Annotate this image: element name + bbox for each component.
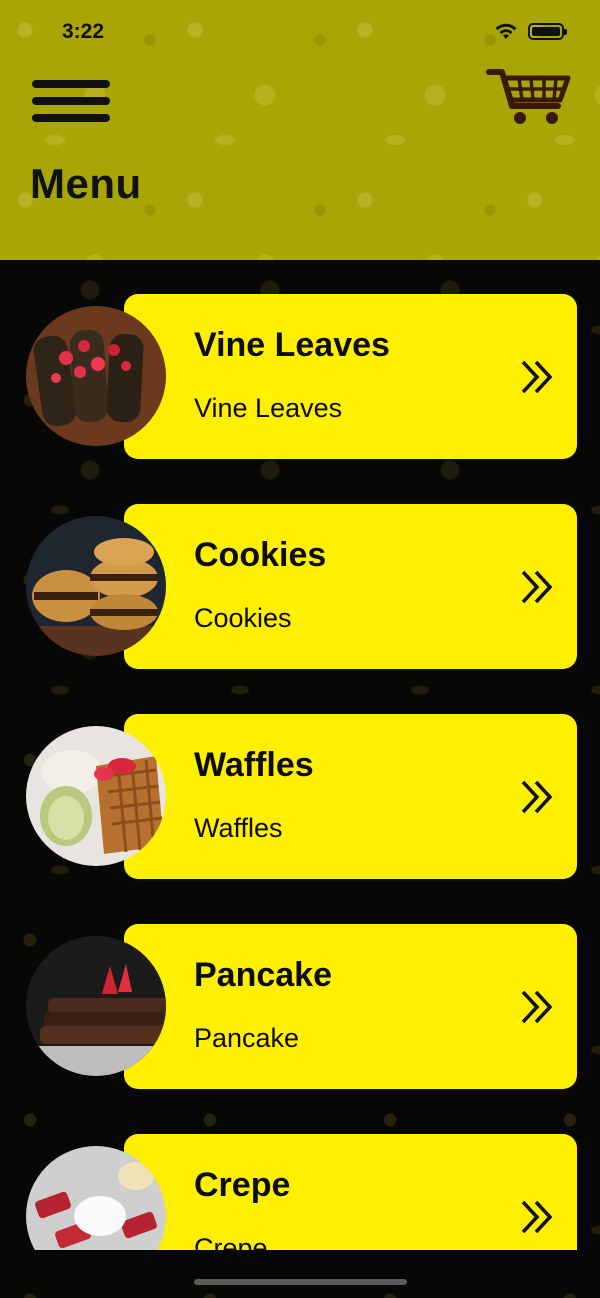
item-subtitle: Cookies <box>194 603 292 633</box>
pancake-photo <box>26 936 166 1076</box>
double-chevron-right-icon[interactable] <box>519 778 555 816</box>
vine-leaves-photo <box>26 306 166 446</box>
menu-card[interactable]: Waffles Waffles <box>124 714 577 879</box>
item-subtitle: Crepe <box>194 1233 268 1250</box>
double-chevron-right-icon[interactable] <box>519 1198 555 1236</box>
menu-card[interactable]: Vine Leaves Vine Leaves <box>124 294 577 459</box>
double-chevron-right-icon[interactable] <box>519 988 555 1026</box>
item-subtitle: Waffles <box>194 813 283 843</box>
cookies-photo <box>26 516 166 656</box>
item-title: Vine Leaves <box>194 326 390 364</box>
menu-card[interactable]: Pancake Pancake <box>124 924 577 1089</box>
item-title: Crepe <box>194 1166 291 1204</box>
status-bar: 3:22 <box>0 0 600 60</box>
page-title: Menu <box>30 160 142 207</box>
status-icons <box>494 22 567 40</box>
item-subtitle: Vine Leaves <box>194 393 343 423</box>
shopping-cart-icon[interactable] <box>486 66 572 128</box>
menu-item-cookies[interactable]: Cookies Cookies <box>0 470 600 669</box>
menu-item-vine-leaves[interactable]: Vine Leaves Vine Leaves <box>0 260 600 459</box>
header: 3:22 Menu <box>0 0 600 260</box>
menu-card[interactable]: Crepe Crepe <box>124 1134 577 1250</box>
item-title: Pancake <box>194 956 332 994</box>
menu-list[interactable]: Vine Leaves Vine Leaves Cookies Cookies <box>0 260 600 1250</box>
item-title: Waffles <box>194 746 314 784</box>
item-title: Cookies <box>194 536 327 574</box>
wifi-icon <box>494 22 518 40</box>
home-indicator[interactable] <box>194 1279 407 1285</box>
item-subtitle: Pancake <box>194 1023 300 1053</box>
menu-item-waffles[interactable]: Waffles Waffles <box>0 680 600 879</box>
menu-item-crepe[interactable]: Crepe Crepe <box>0 1100 600 1250</box>
hamburger-menu-icon[interactable] <box>32 80 110 122</box>
status-time: 3:22 <box>62 20 105 43</box>
waffles-photo <box>26 726 166 866</box>
menu-card[interactable]: Cookies Cookies <box>124 504 577 669</box>
battery-icon <box>528 22 567 40</box>
menu-item-pancake[interactable]: Pancake Pancake <box>0 890 600 1089</box>
double-chevron-right-icon[interactable] <box>519 358 555 396</box>
double-chevron-right-icon[interactable] <box>519 568 555 606</box>
